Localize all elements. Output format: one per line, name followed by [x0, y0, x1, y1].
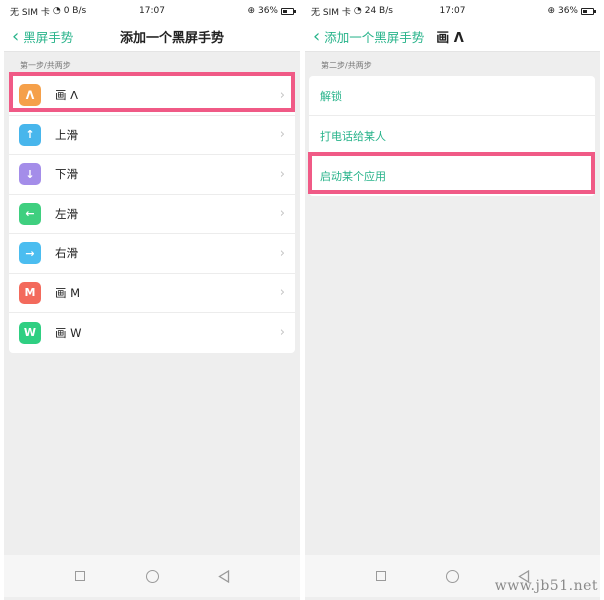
chevron-right-icon: › — [279, 166, 285, 182]
chevron-right-icon: › — [279, 127, 285, 143]
arrow-left-icon: ← — [19, 202, 41, 225]
gesture-label: 画 ᐱ — [55, 88, 79, 103]
battery-percent: 36% — [557, 6, 578, 16]
page-title: 画 ᐱ — [436, 31, 464, 46]
watermark: www.jb51.net — [494, 578, 598, 594]
carrier-text: 无 SIM 卡 — [10, 7, 50, 18]
circle-icon — [445, 569, 459, 583]
back-nav-button[interactable] — [214, 566, 234, 586]
chevron-right-icon: › — [279, 325, 285, 341]
back-button[interactable]: ‹ 添加一个黑屏手势 — [313, 27, 424, 46]
chevron-right-icon: › — [279, 87, 285, 103]
gesture-list: ᐱ 画 ᐱ › ↑ 上滑 › ↓ 下滑 › ← 左滑 › → 右滑 › M 画 … — [9, 76, 295, 353]
gesture-label: 下滑 — [55, 167, 78, 182]
battery-percent: 36% — [257, 6, 278, 16]
gesture-item-swipe-left[interactable]: ← 左滑 › — [9, 195, 295, 234]
wifi-icon: ◔ — [52, 6, 61, 16]
home-button[interactable] — [442, 566, 462, 586]
action-list: 解锁 打电话给某人 启动某个应用 — [309, 76, 595, 196]
arrow-right-icon: → — [19, 242, 41, 265]
gesture-label: 右滑 — [55, 246, 78, 261]
chevron-right-icon: › — [279, 285, 285, 301]
right-screen: 无 SIM 卡 ◔ 24 B/s 17:07 ⊕ 36% ‹ 添加一个黑屏手势 … — [305, 0, 600, 600]
caret-up-icon: ᐱ — [19, 84, 41, 107]
chevron-right-icon: › — [279, 245, 285, 261]
home-button[interactable] — [142, 566, 162, 586]
back-label: 添加一个黑屏手势 — [324, 30, 425, 45]
gesture-item-swipe-right[interactable]: → 右滑 › — [9, 234, 295, 274]
action-item-launch-app[interactable]: 启动某个应用 — [309, 156, 595, 196]
arrow-up-icon: ↑ — [19, 123, 41, 146]
network-speed: 0 B/s — [63, 6, 87, 16]
recents-button[interactable] — [371, 566, 391, 586]
nav-bar: ‹ 添加一个黑屏手势 画 ᐱ — [305, 22, 600, 52]
action-item-unlock[interactable]: 解锁 — [309, 76, 595, 116]
system-nav-bar — [4, 555, 300, 597]
gesture-item-swipe-up[interactable]: ↑ 上滑 › — [9, 116, 295, 155]
rotation-lock-icon: ⊕ — [247, 6, 255, 16]
letter-m-icon: M — [19, 281, 41, 304]
battery-icon — [281, 7, 296, 15]
step-label: 第一步/共两步 — [20, 61, 71, 70]
page-title: 添加一个黑屏手势 — [119, 31, 224, 46]
triangle-back-icon — [218, 569, 230, 583]
square-icon — [375, 571, 386, 581]
network-speed: 24 B/s — [364, 6, 393, 16]
gesture-item-draw-w[interactable]: W 画 W › — [9, 313, 295, 353]
chevron-left-icon: ‹ — [313, 25, 321, 47]
gesture-item-draw-caret[interactable]: ᐱ 画 ᐱ › — [9, 76, 295, 116]
step-label: 第二步/共两步 — [321, 61, 372, 70]
gesture-label: 画 M — [55, 285, 81, 300]
recents-button[interactable] — [70, 566, 90, 586]
nav-bar: ‹ 黑屏手势 添加一个黑屏手势 — [4, 22, 300, 52]
gesture-item-draw-m[interactable]: M 画 M › — [9, 274, 295, 313]
gesture-label: 画 W — [55, 325, 82, 340]
letter-w-icon: W — [19, 321, 41, 344]
rotation-lock-icon: ⊕ — [547, 6, 555, 16]
gesture-item-swipe-down[interactable]: ↓ 下滑 › — [9, 155, 295, 195]
chevron-right-icon: › — [279, 206, 285, 222]
gesture-label: 上滑 — [55, 127, 78, 142]
action-item-call-someone[interactable]: 打电话给某人 — [309, 116, 595, 156]
status-bar: 无 SIM 卡 ◔ 24 B/s 17:07 ⊕ 36% — [305, 0, 600, 22]
arrow-down-icon: ↓ — [19, 163, 41, 186]
wifi-icon: ◔ — [353, 6, 362, 16]
left-screen: 无 SIM 卡 ◔ 0 B/s 17:07 ⊕ 36% ‹ 黑屏手势 添加一个黑… — [4, 0, 300, 600]
status-bar: 无 SIM 卡 ◔ 0 B/s 17:07 ⊕ 36% — [4, 0, 300, 22]
battery-icon — [581, 7, 596, 15]
square-icon — [75, 571, 85, 581]
gesture-label: 左滑 — [55, 206, 78, 221]
carrier-text: 无 SIM 卡 — [311, 7, 351, 18]
circle-icon — [145, 569, 159, 583]
